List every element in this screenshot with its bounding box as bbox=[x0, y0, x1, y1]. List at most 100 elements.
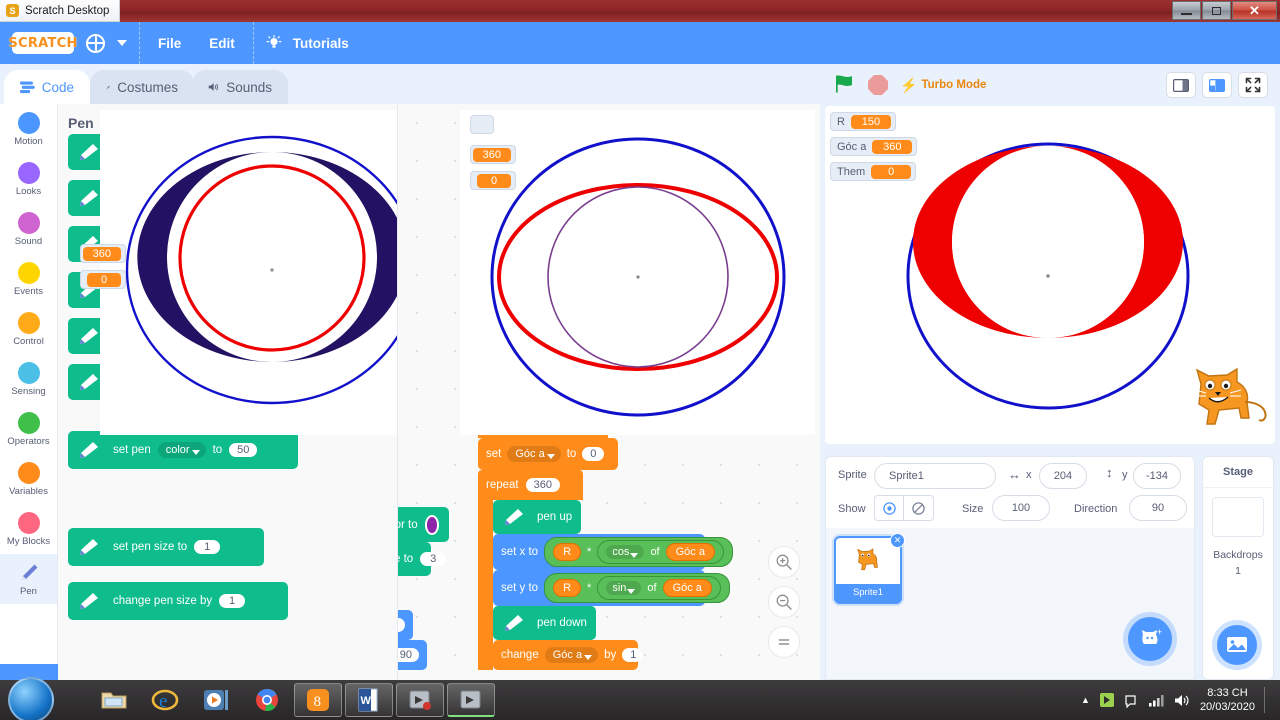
operator-multiply-y[interactable]: R * sin of Góc a bbox=[544, 573, 730, 603]
taskbar-clock[interactable]: 8:33 CH 20/03/2020 bbox=[1200, 686, 1255, 714]
category-my-blocks[interactable]: My Blocks bbox=[0, 504, 57, 554]
block-set-pen-size-to[interactable]: set pen size to 3 bbox=[398, 542, 447, 576]
category-variables[interactable]: Variables bbox=[0, 454, 57, 504]
show-toggle-group[interactable] bbox=[874, 495, 934, 521]
operator-math-cos[interactable]: cos of Góc a bbox=[597, 540, 724, 564]
stage-selector-pane[interactable]: Stage Backdrops 1 bbox=[1202, 456, 1274, 680]
monitor-goc-a[interactable]: Góc a 360 bbox=[830, 137, 918, 156]
variable-r[interactable]: R bbox=[553, 543, 582, 561]
pen-size-value-input[interactable]: 3 bbox=[420, 552, 447, 566]
palette-block-set-pen-color-to[interactable]: set pen color to 50 bbox=[68, 431, 298, 469]
go-to-y-input[interactable]: 0 bbox=[398, 618, 405, 632]
show-on-button[interactable] bbox=[874, 495, 904, 521]
block-set-x-to[interactable]: set x to R * cos of Góc a bbox=[493, 534, 733, 570]
size-input[interactable]: 100 bbox=[992, 495, 1050, 521]
repeat-count-input[interactable]: 360 bbox=[525, 478, 560, 492]
recorder-icon[interactable] bbox=[396, 683, 444, 717]
tab-code[interactable]: Code bbox=[4, 70, 90, 104]
media-player-icon[interactable] bbox=[192, 683, 240, 717]
window-buttons[interactable]: ✕ bbox=[1172, 1, 1277, 20]
close-button[interactable]: ✕ bbox=[1232, 1, 1277, 20]
y-input[interactable]: -134 bbox=[1133, 463, 1181, 489]
category-sensing[interactable]: Sensing bbox=[0, 354, 57, 404]
show-hidden-icons-arrow[interactable]: ▲ bbox=[1081, 695, 1090, 705]
block-palette[interactable]: Pen set pen color to 50 change pen size … bbox=[58, 104, 398, 680]
sprite-card-sprite1[interactable]: Sprite1 ✕ bbox=[834, 533, 905, 604]
delete-sprite-button[interactable]: ✕ bbox=[890, 533, 905, 548]
operator-math-sin[interactable]: sin of Góc a bbox=[597, 576, 721, 600]
file-explorer-icon[interactable] bbox=[90, 683, 138, 717]
add-sprite-button[interactable]: + bbox=[1128, 617, 1172, 661]
language-menu[interactable] bbox=[74, 22, 140, 64]
operator-multiply-x[interactable]: R * cos of Góc a bbox=[544, 537, 733, 567]
sprite-list[interactable]: Sprite1 ✕ + bbox=[825, 528, 1195, 680]
pen-color-value-input[interactable]: 50 bbox=[229, 443, 258, 457]
category-pen[interactable]: Pen bbox=[0, 554, 57, 604]
sprite-name-input[interactable]: Sprite1 bbox=[874, 463, 996, 489]
pen-color-swatch[interactable] bbox=[424, 514, 439, 535]
stage[interactable]: R 150 Góc a 360 Them 0 bbox=[825, 106, 1275, 444]
variable-angle[interactable]: Góc a bbox=[665, 543, 715, 561]
variable-dropdown[interactable]: Góc a bbox=[507, 446, 561, 462]
category-sound[interactable]: Sound bbox=[0, 204, 57, 254]
block-set-y-to[interactable]: set y to R * sin of Góc a bbox=[493, 570, 730, 606]
green-flag-icon[interactable] bbox=[834, 74, 856, 96]
math-function-dropdown[interactable]: sin bbox=[606, 581, 642, 595]
category-operators[interactable]: Operators bbox=[0, 404, 57, 454]
category-events[interactable]: Events bbox=[0, 254, 57, 304]
zoom-in-button[interactable] bbox=[768, 546, 800, 578]
show-off-button[interactable] bbox=[904, 495, 934, 521]
block-change-variable-by[interactable]: change Góc a by 1 bbox=[493, 640, 643, 670]
set-pen-size-value-input[interactable]: 1 bbox=[194, 540, 221, 554]
script-when-flag-clicked[interactable]: when clicked erase all set pen color to … bbox=[398, 440, 449, 670]
block-set-pen-color-to[interactable]: set pen color to bbox=[398, 507, 449, 542]
backdrop-thumbnail[interactable] bbox=[1212, 497, 1264, 537]
category-looks[interactable]: Looks bbox=[0, 154, 57, 204]
volume-icon[interactable] bbox=[1174, 693, 1191, 708]
palette-block-set-pen-size-to[interactable]: set pen size to 1 bbox=[68, 528, 264, 566]
zoom-reset-button[interactable] bbox=[768, 626, 800, 658]
add-backdrop-button[interactable] bbox=[1217, 625, 1257, 665]
block-set-variable[interactable]: set Góc a to 0 bbox=[478, 438, 618, 470]
fullscreen-button[interactable] bbox=[1238, 72, 1268, 98]
direction-input[interactable]: 90 bbox=[1129, 495, 1187, 521]
variable-r[interactable]: R bbox=[553, 579, 582, 597]
block-repeat[interactable]: repeat 360 bbox=[478, 470, 583, 500]
block-go-to-xy[interactable]: go to x: 0 y: 0 bbox=[398, 610, 413, 640]
monitor-them[interactable]: Them 0 bbox=[830, 162, 917, 181]
menu-item-edit[interactable]: Edit bbox=[195, 36, 249, 51]
tab-costumes[interactable]: Costumes bbox=[90, 70, 194, 104]
recorder-icon-2[interactable] bbox=[447, 683, 495, 717]
variable-dropdown[interactable]: Góc a bbox=[544, 647, 599, 663]
category-motion[interactable]: Motion bbox=[0, 104, 57, 154]
action-center-icon[interactable] bbox=[1124, 693, 1139, 708]
google-chrome-icon[interactable] bbox=[243, 683, 291, 717]
zoom-out-button[interactable] bbox=[768, 586, 800, 618]
large-stage-button[interactable] bbox=[1202, 72, 1232, 98]
scratch-cat-sprite[interactable] bbox=[1179, 362, 1269, 440]
tab-sounds[interactable]: Sounds bbox=[192, 70, 288, 104]
windows-start-orb[interactable] bbox=[8, 677, 54, 720]
small-stage-button[interactable] bbox=[1166, 72, 1196, 98]
menu-item-tutorials[interactable]: Tutorials bbox=[254, 22, 375, 64]
script-repeat-draw[interactable]: set Góc a to 0 repeat 360 pen up set x t… bbox=[478, 412, 733, 670]
stop-sign-icon[interactable] bbox=[868, 75, 888, 95]
x-input[interactable]: 204 bbox=[1039, 463, 1087, 489]
variable-angle[interactable]: Góc a bbox=[662, 579, 712, 597]
direction-input[interactable]: 90 bbox=[398, 648, 419, 662]
change-pen-size-value-input[interactable]: 1 bbox=[219, 594, 246, 608]
scratch-desktop-taskbar-icon[interactable]: 8 bbox=[294, 683, 342, 717]
menu-item-file[interactable]: File bbox=[144, 36, 195, 51]
palette-block-change-pen-size-by[interactable]: change pen size by 1 bbox=[68, 582, 288, 620]
block-pen-down[interactable]: pen down bbox=[493, 606, 596, 640]
set-variable-value-input[interactable]: 0 bbox=[582, 447, 605, 461]
category-control[interactable]: Control bbox=[0, 304, 57, 354]
internet-explorer-icon[interactable]: e bbox=[141, 683, 189, 717]
code-workspace[interactable]: when clicked erase all set pen color to … bbox=[398, 104, 820, 680]
pen-color-dropdown[interactable]: color bbox=[157, 442, 206, 458]
tutorials-label[interactable]: Tutorials bbox=[289, 36, 363, 51]
minimize-button[interactable] bbox=[1172, 1, 1201, 20]
change-by-value-input[interactable]: 1 bbox=[622, 648, 643, 662]
word-icon[interactable]: W bbox=[345, 683, 393, 717]
show-desktop-button[interactable] bbox=[1264, 687, 1272, 713]
